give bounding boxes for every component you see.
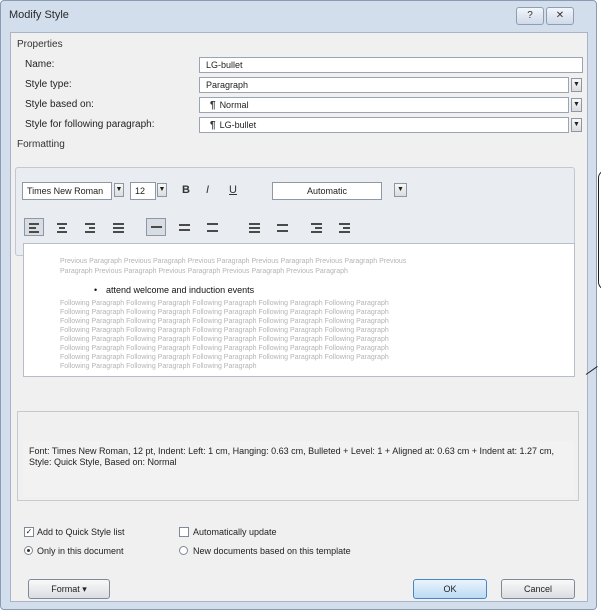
increase-indent-icon[interactable] [334,218,354,236]
bold-button[interactable]: B [182,184,190,196]
preview-following-line: Following Paragraph Following Paragraph … [60,300,389,307]
properties-heading: Properties [17,39,63,50]
help-button[interactable]: ? [516,7,544,25]
close-button[interactable]: ✕ [546,7,574,25]
paragraph-mark-icon: ¶ [210,120,216,131]
decrease-paragraph-spacing-icon[interactable] [270,218,290,236]
justify-icon[interactable] [108,218,128,236]
preview-previous-line: Paragraph Previous Paragraph Previous Pa… [60,268,348,275]
add-quick-style-label: Add to Quick Style list [37,527,125,537]
following-select[interactable]: ¶ LG-bullet [199,117,569,133]
single-spacing-icon[interactable] [146,218,166,236]
title-bar: Modify Style ? ✕ [1,1,596,31]
ok-button[interactable]: OK [413,579,487,599]
style-type-dropdown-arrow[interactable]: ▼ [571,78,582,92]
font-color-select[interactable]: Automatic [272,182,382,200]
align-center-icon[interactable] [52,218,72,236]
style-preview: Previous Paragraph Previous Paragraph Pr… [23,243,575,377]
preview-following-line: Following Paragraph Following Paragraph … [60,363,257,370]
style-type-select[interactable]: Paragraph [199,77,569,93]
new-documents-radio[interactable] [179,546,188,555]
align-right-icon[interactable] [80,218,100,236]
auto-update-checkbox[interactable] [179,527,189,537]
add-quick-style-checkbox[interactable]: ✓ [24,527,34,537]
underline-button[interactable]: U [229,184,237,196]
based-on-dropdown-arrow[interactable]: ▼ [571,98,582,112]
following-dropdown-arrow[interactable]: ▼ [571,118,582,132]
following-label: Style for following paragraph: [25,119,155,130]
based-on-value: Normal [219,100,249,110]
preview-following-line: Following Paragraph Following Paragraph … [60,354,389,361]
window-title: Modify Style [9,9,69,21]
double-spacing-icon[interactable] [202,218,222,236]
font-name-select[interactable]: Times New Roman [22,182,112,200]
preview-previous-line: Previous Paragraph Previous Paragraph Pr… [60,258,407,265]
style-type-label: Style type: [25,79,72,90]
increase-paragraph-spacing-icon[interactable] [242,218,262,236]
decrease-indent-icon[interactable] [306,218,326,236]
modify-style-dialog: Modify Style ? ✕ Properties Name: LG-bul… [0,0,597,610]
preview-following-line: Following Paragraph Following Paragraph … [60,318,389,325]
font-size-dropdown-arrow[interactable]: ▼ [157,183,167,197]
auto-update-label: Automatically update [193,527,277,537]
preview-following-line: Following Paragraph Following Paragraph … [60,327,389,334]
preview-following-line: Following Paragraph Following Paragraph … [60,309,389,316]
style-description: Font: Times New Roman, 12 pt, Indent: Le… [23,441,573,497]
font-size-select[interactable]: 12 [130,182,156,200]
paragraph-format-row [16,218,574,240]
align-left-icon[interactable] [24,218,44,236]
font-color-dropdown-arrow[interactable]: ▼ [394,183,407,197]
preview-main-text: attend welcome and induction events [106,285,255,295]
following-value: LG-bullet [219,120,257,130]
paragraph-mark-icon: ¶ [210,100,216,111]
italic-button[interactable]: I [206,184,209,196]
format-button[interactable]: Format ▾ [28,579,110,599]
based-on-label: Style based on: [25,99,94,110]
based-on-select[interactable]: ¶ Normal [199,97,569,113]
formatting-heading: Formatting [17,139,65,150]
cancel-button[interactable]: Cancel [501,579,575,599]
only-this-document-radio[interactable] [24,546,33,555]
name-input[interactable]: LG-bullet [199,57,583,73]
preview-following-line: Following Paragraph Following Paragraph … [60,336,389,343]
preview-following-line: Following Paragraph Following Paragraph … [60,345,389,352]
new-documents-label: New documents based on this template [193,546,351,556]
preview-bullet: • [94,285,98,295]
name-label: Name: [25,59,55,70]
only-this-document-label: Only in this document [37,546,124,556]
one-half-spacing-icon[interactable] [174,218,194,236]
font-name-dropdown-arrow[interactable]: ▼ [114,183,124,197]
